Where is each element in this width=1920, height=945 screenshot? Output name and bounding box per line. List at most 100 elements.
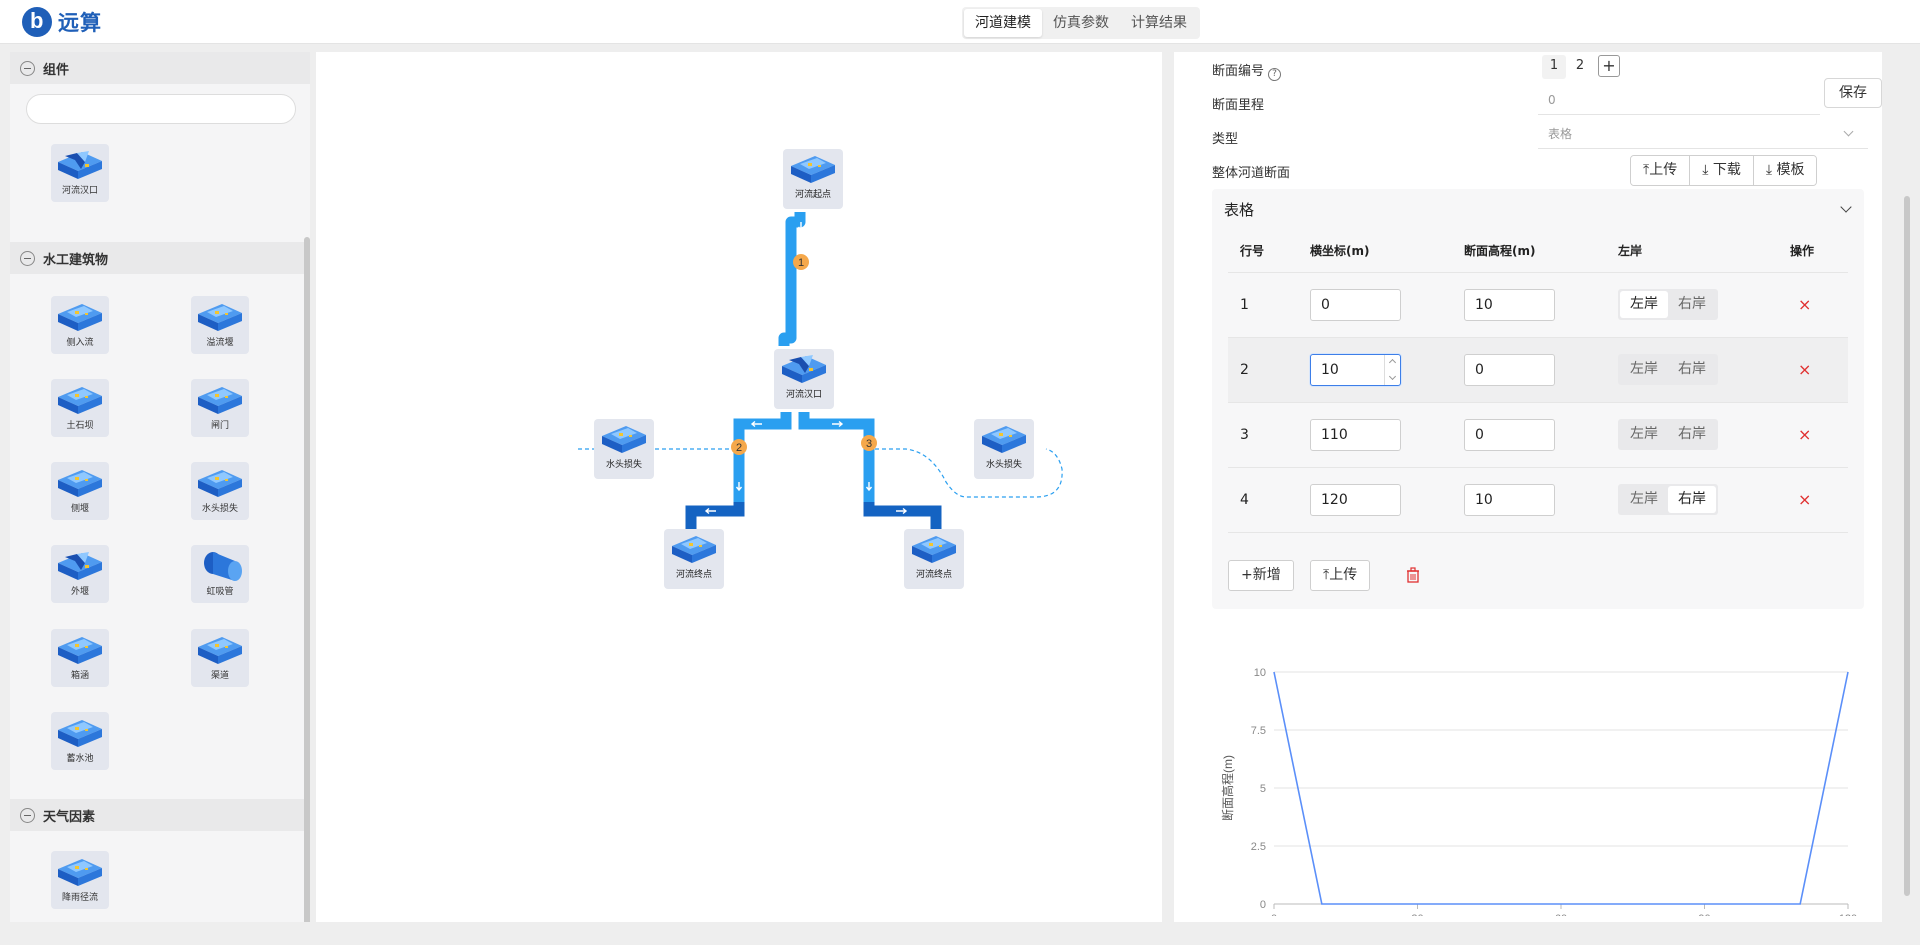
component-label: 降雨径流	[61, 893, 98, 903]
elevation-input[interactable]: 10	[1464, 483, 1555, 516]
row-number: 4	[1228, 467, 1298, 533]
table-title[interactable]: 表格	[1224, 199, 1254, 220]
elevation-input[interactable]: 0	[1464, 418, 1555, 451]
left-bank-button[interactable]: 左岸	[1620, 486, 1668, 513]
table-upload-button[interactable]: ⤒上传	[1310, 560, 1371, 591]
head-loss-tile[interactable]: 水头损失	[191, 462, 249, 521]
reservoir-tile[interactable]: 蓄水池	[51, 711, 109, 770]
node-head-loss-left[interactable]: 水头损失	[594, 419, 654, 479]
left-bank-button[interactable]: 左岸	[1620, 421, 1668, 448]
download-button[interactable]: ⤓ 下载	[1690, 156, 1754, 185]
left-bank-button[interactable]: 左岸	[1620, 291, 1668, 318]
add-section-button[interactable]: +	[1598, 55, 1620, 77]
tab-simulation-params[interactable]: 仿真参数	[1042, 9, 1120, 37]
gate-icon	[195, 383, 245, 417]
component-item[interactable]: 土石坝	[10, 379, 150, 459]
siphon-tile[interactable]: 虹吸管	[191, 545, 249, 604]
outer-weir-tile[interactable]: 外堰	[51, 545, 109, 604]
delete-row-icon[interactable]: ×	[1790, 295, 1811, 314]
y-tick-label: 5	[1260, 783, 1266, 795]
section-weather[interactable]: 天气因素	[10, 799, 310, 831]
delete-row-icon[interactable]: ×	[1790, 425, 1811, 444]
node-river-start[interactable]: 河流起点	[783, 149, 843, 209]
marker-3-label: 3	[866, 438, 872, 450]
section-components[interactable]: 组件	[10, 52, 310, 84]
elevation-input[interactable]: 10	[1464, 288, 1555, 321]
node-river-end-left[interactable]: 河流终点	[664, 529, 724, 589]
node-river-junction[interactable]: 河流汉口	[774, 349, 834, 409]
river-junction-tile[interactable]: 河流汉口	[51, 144, 109, 202]
river-segment-3	[798, 412, 875, 510]
component-item[interactable]: 渠道	[150, 628, 290, 709]
delete-row-icon[interactable]: ×	[1790, 360, 1811, 379]
x-input-value: 10	[1321, 361, 1339, 378]
x-input[interactable]: 110	[1310, 418, 1401, 451]
section-actions: ⤒上传 ⤓ 下载 ⤓ 模板	[1630, 155, 1818, 186]
x-input[interactable]: 120	[1310, 483, 1401, 516]
x-tick-label: 30	[1411, 913, 1423, 916]
component-item[interactable]: 虹吸管	[150, 545, 290, 625]
section-hydraulic-structures[interactable]: 水工建筑物	[10, 242, 310, 274]
river-end-icon	[909, 532, 959, 566]
box-culvert-tile[interactable]: 箱涵	[51, 628, 109, 687]
chevron-down-icon[interactable]	[1840, 201, 1852, 213]
help-icon[interactable]: ?	[1268, 68, 1282, 81]
clear-table-icon[interactable]	[1406, 567, 1420, 583]
collapse-icon[interactable]	[20, 60, 35, 76]
save-button[interactable]: 保存	[1824, 78, 1882, 108]
component-item[interactable]: 降雨径流	[10, 851, 150, 922]
table-header: 行号 横坐标(m) 断面高程(m) 左岸 操作	[1228, 230, 1848, 273]
add-row-button[interactable]: +新增	[1228, 560, 1294, 591]
section-tab-1[interactable]: 1	[1542, 55, 1566, 79]
collapse-icon[interactable]	[20, 807, 35, 823]
col-header: 左岸	[1606, 230, 1778, 273]
delete-row-icon[interactable]: ×	[1790, 490, 1811, 509]
lateral-inflow-icon	[55, 300, 105, 334]
mileage-input[interactable]: 0	[1538, 85, 1820, 115]
template-button[interactable]: ⤓ 模板	[1753, 156, 1817, 185]
stepper-icon[interactable]	[1384, 354, 1400, 385]
section-tab-2[interactable]: 2	[1568, 55, 1592, 79]
component-item[interactable]: 侧入流	[10, 296, 150, 376]
component-item[interactable]: 蓄水池	[10, 711, 150, 792]
component-item[interactable]: 外堰	[10, 545, 150, 625]
lateral-inflow-tile[interactable]: 侧入流	[51, 296, 109, 354]
upload-button[interactable]: ⤒上传	[1631, 156, 1691, 185]
right-bank-button[interactable]: 右岸	[1668, 356, 1716, 383]
x-input[interactable]: 10	[1310, 353, 1401, 386]
table-row: 3 110 0 左岸 右岸 ×	[1228, 402, 1848, 468]
component-item[interactable]: 河流汉口	[10, 144, 150, 224]
right-bank-button[interactable]: 右岸	[1668, 421, 1716, 448]
gate-tile[interactable]: 闸门	[191, 379, 249, 438]
component-item[interactable]: 闸门	[150, 379, 290, 459]
type-select[interactable]: 表格	[1538, 119, 1868, 149]
right-bank-button[interactable]: 右岸	[1668, 486, 1716, 513]
node-label: 河流汉口	[785, 390, 822, 400]
bank-toggle: 左岸 右岸	[1618, 419, 1718, 450]
node-river-end-right[interactable]: 河流终点	[904, 529, 964, 589]
elevation-input[interactable]: 0	[1464, 353, 1555, 386]
node-head-loss-right[interactable]: 水头损失	[974, 419, 1034, 479]
tab-river-modeling[interactable]: 河道建模	[964, 9, 1042, 37]
collapse-icon[interactable]	[20, 250, 35, 266]
component-search-input[interactable]	[26, 94, 296, 124]
component-item[interactable]: 侧堰	[10, 462, 150, 542]
side-weir-tile[interactable]: 侧堰	[51, 462, 109, 521]
channel-tile[interactable]: 渠道	[191, 628, 249, 687]
x-input[interactable]: 0	[1310, 288, 1401, 321]
panel-scrollbar[interactable]	[1904, 196, 1910, 896]
earth-dam-tile[interactable]: 土石坝	[51, 379, 109, 438]
weir-icon	[195, 300, 245, 334]
tab-results[interactable]: 计算结果	[1120, 9, 1198, 37]
right-bank-button[interactable]: 右岸	[1668, 291, 1716, 318]
weir-tile[interactable]: 溢流堰	[191, 296, 249, 354]
sidebar-scrollbar[interactable]	[304, 237, 310, 922]
template-label: 模板	[1776, 162, 1805, 178]
component-item[interactable]: 箱涵	[10, 628, 150, 709]
component-item[interactable]: 水头损失	[150, 462, 290, 542]
rainfall-runoff-tile[interactable]: 降雨径流	[51, 851, 109, 909]
component-item[interactable]: 溢流堰	[150, 296, 290, 376]
left-bank-button[interactable]: 左岸	[1620, 356, 1668, 383]
modeling-canvas[interactable]: 1 2 3 河流起点 河流汉口 水头损失 水头损失 河流终点 河流终点	[316, 52, 1162, 922]
x-tick-label: 0	[1271, 913, 1277, 916]
